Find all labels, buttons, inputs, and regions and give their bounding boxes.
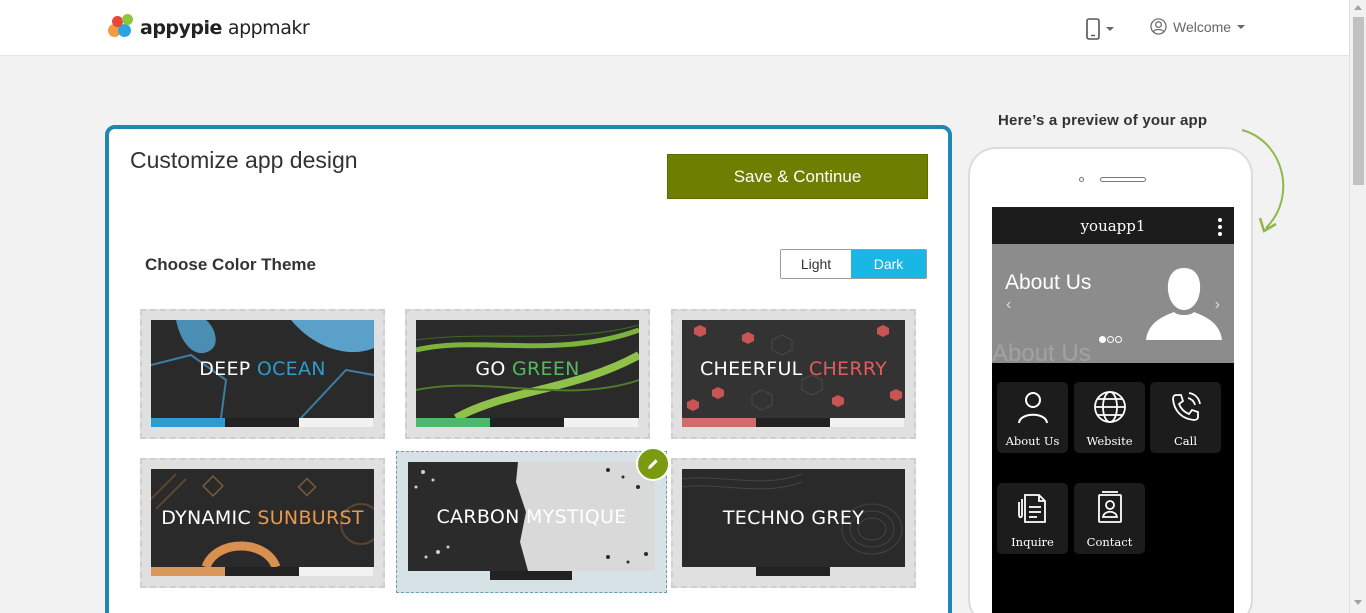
appypie-logo[interactable]: appypie appmakr [108, 14, 310, 42]
theme-color-bars [416, 418, 639, 427]
scroll-down-arrow-icon[interactable] [1354, 600, 1362, 605]
theme-name: CHEERFUL CHERRY [699, 358, 888, 380]
theme-color-bars [682, 567, 905, 576]
theme-name: CARBON MYSTIQUE [436, 505, 627, 528]
globe-icon [1092, 388, 1128, 426]
theme-card-cheerful-cherry[interactable]: CHEERFUL CHERRY [671, 309, 916, 439]
theme-color-bars [151, 418, 374, 427]
banner-title: About Us [1005, 271, 1092, 294]
dark-mode-button[interactable]: Dark [851, 250, 926, 278]
person-silhouette-icon [1146, 268, 1222, 340]
brand-name: appypie [140, 17, 222, 39]
scrollbar-thumb[interactable] [1353, 17, 1364, 185]
phone-call-icon [1168, 388, 1204, 426]
contact-book-icon [1092, 489, 1128, 527]
tile-about-us[interactable]: About Us [997, 382, 1068, 453]
theme-name: DYNAMIC SUNBURST [161, 507, 364, 529]
customize-design-panel: Customize app design Save & Continue Cho… [105, 125, 952, 613]
phone-speaker [1100, 177, 1146, 182]
phone-preview: youapp1 About Us About Us ‹ › About Us W… [968, 147, 1253, 613]
save-continue-button[interactable]: Save & Continue [667, 154, 928, 199]
slider-dots [1099, 336, 1122, 343]
theme-preview-image: DYNAMIC SUNBURST [151, 469, 374, 567]
slider-next-icon[interactable]: › [1215, 296, 1220, 314]
light-dark-toggle: Light Dark [780, 249, 927, 279]
device-selector-button[interactable] [1086, 16, 1122, 42]
document-icon [1015, 489, 1051, 527]
preview-heading: Here’s a preview of your app [998, 112, 1208, 129]
theme-color-bars [408, 571, 655, 580]
app-header: youapp1 [992, 207, 1234, 244]
chevron-down-icon [1237, 24, 1246, 29]
banner-ghost-text: About Us [992, 340, 1091, 363]
theme-preview-image: GO GREEN [416, 320, 639, 418]
more-menu-icon[interactable] [1218, 218, 1222, 236]
person-icon [1015, 388, 1051, 426]
app-title: youapp1 [1080, 216, 1146, 235]
theme-name: TECHNO GREY [722, 507, 865, 529]
slider-prev-icon[interactable]: ‹ [1006, 296, 1011, 314]
tile-label: About Us [1005, 434, 1060, 448]
theme-card-carbon-mystique[interactable]: CARBON MYSTIQUE [396, 451, 667, 593]
theme-name: DEEP OCEAN [199, 358, 326, 380]
phone-screen: youapp1 About Us About Us ‹ › About Us W… [992, 207, 1234, 613]
tile-call[interactable]: Call [1150, 382, 1221, 453]
chevron-down-icon [1106, 27, 1114, 31]
mobile-phone-icon [1086, 18, 1100, 40]
tile-website[interactable]: Website [1074, 382, 1145, 453]
phone-camera [1079, 177, 1084, 182]
theme-preview-image: CARBON MYSTIQUE [408, 462, 655, 571]
app-banner-slider[interactable]: About Us About Us ‹ › [992, 244, 1234, 363]
welcome-label: Welcome [1173, 18, 1232, 35]
tile-label: Inquire [1011, 535, 1054, 549]
tile-label: Website [1086, 434, 1133, 448]
tile-label: Call [1173, 434, 1197, 448]
page-scrollbar[interactable] [1349, 0, 1366, 613]
product-name: appmakr [227, 17, 310, 39]
appypie-logo-icon [108, 14, 136, 42]
theme-card-techno-grey[interactable]: TECHNO GREY [671, 458, 916, 588]
tile-inquire[interactable]: Inquire [997, 483, 1068, 554]
theme-name: GO GREEN [475, 358, 580, 380]
light-mode-button[interactable]: Light [781, 250, 851, 278]
theme-preview-image: DEEP OCEAN [151, 320, 374, 418]
theme-preview-image: TECHNO GREY [682, 469, 905, 567]
color-theme-heading: Choose Color Theme [145, 255, 316, 274]
theme-color-bars [682, 418, 905, 427]
user-circle-icon [1150, 18, 1167, 35]
theme-card-dynamic-sunburst[interactable]: DYNAMIC SUNBURST [140, 458, 385, 588]
theme-card-go-green[interactable]: GO GREEN [405, 309, 650, 439]
welcome-menu[interactable]: Welcome [1150, 18, 1246, 35]
top-header: appypie appmakr Welcome [0, 0, 1349, 56]
theme-color-bars [151, 567, 374, 576]
page-title: Customize app design [130, 147, 358, 173]
tile-label: Contact [1086, 535, 1133, 549]
theme-card-deep-ocean[interactable]: DEEP OCEAN [140, 309, 385, 439]
scroll-up-arrow-icon[interactable] [1354, 5, 1362, 10]
theme-preview-image: CHEERFUL CHERRY [682, 320, 905, 418]
tile-contact[interactable]: Contact [1074, 483, 1145, 554]
pencil-icon [648, 459, 658, 469]
edit-theme-button[interactable] [636, 447, 670, 481]
